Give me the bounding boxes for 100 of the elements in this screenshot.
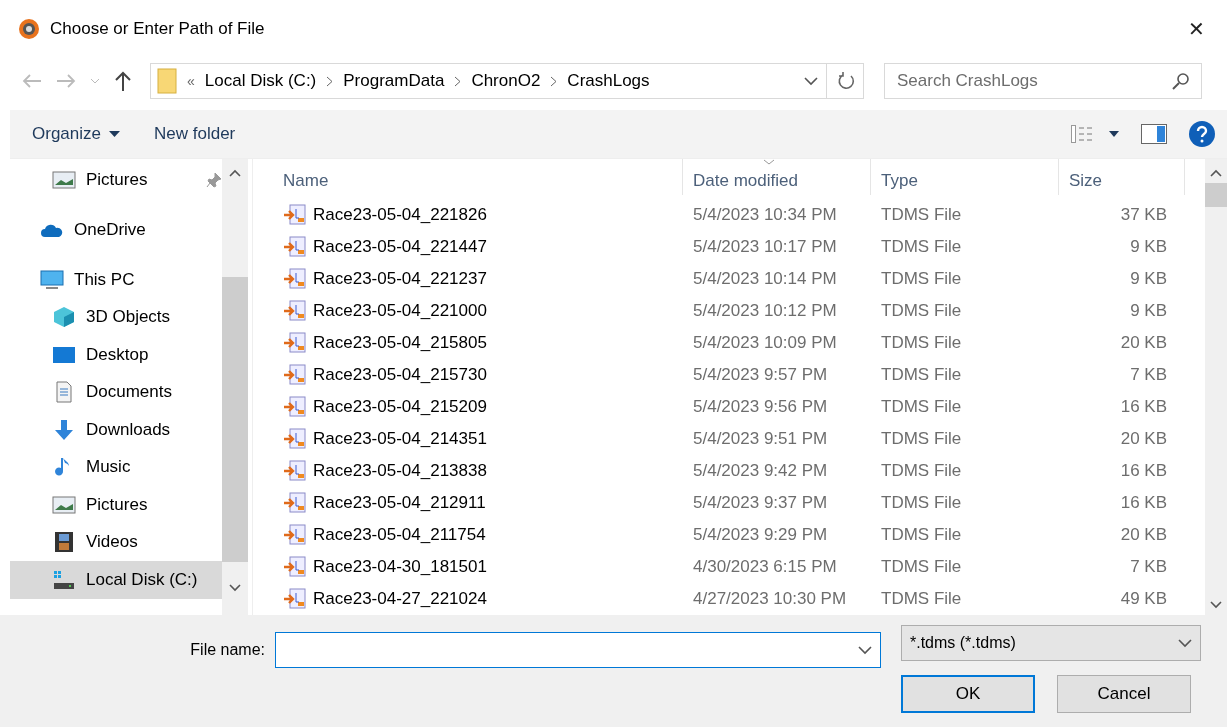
file-row[interactable]: Race23-05-04_212911 5/4/2023 9:37 PM TDMS File 16 KB xyxy=(263,487,1205,519)
file-name: Race23-05-04_221826 xyxy=(313,205,487,225)
file-type: TDMS File xyxy=(880,365,963,385)
new-folder-button[interactable]: New folder xyxy=(154,124,236,144)
file-size: 7 KB xyxy=(1129,365,1167,385)
column-header[interactable]: Name xyxy=(263,159,683,195)
date-modified: 5/4/2023 9:57 PM xyxy=(692,365,829,385)
chevron-right-icon xyxy=(326,75,334,87)
file-name: Race23-05-04_215730 xyxy=(313,365,487,385)
date-modified: 4/30/2023 6:15 PM xyxy=(692,557,838,577)
file-name-field[interactable] xyxy=(275,632,881,668)
sidebar-item[interactable]: OneDrive xyxy=(10,210,222,249)
sidebar-item[interactable]: Videos xyxy=(10,523,222,561)
sidebar-item[interactable]: 3D Objects xyxy=(10,298,222,336)
file-row[interactable]: Race23-05-04_214351 5/4/2023 9:51 PM TDMS File 20 KB xyxy=(263,423,1205,455)
file-type: TDMS File xyxy=(880,205,963,225)
date-modified: 5/4/2023 9:51 PM xyxy=(692,429,829,449)
scrollbar[interactable] xyxy=(222,159,248,615)
date-modified: 5/4/2023 9:42 PM xyxy=(692,461,829,481)
help-button[interactable] xyxy=(1189,121,1215,147)
view-options-button[interactable] xyxy=(1071,125,1119,143)
breadcrumb-item[interactable]: ProgramData xyxy=(343,71,445,91)
chevron-down-icon xyxy=(1178,638,1192,648)
file-row[interactable]: Race23-05-04_215730 5/4/2023 9:57 PM TDMS File 7 KB xyxy=(263,359,1205,391)
date-modified: 5/4/2023 10:12 PM xyxy=(692,301,838,321)
folder-icon xyxy=(157,68,177,94)
cube-icon xyxy=(52,306,76,329)
breadcrumb-item[interactable]: CrashLogs xyxy=(567,71,650,91)
sidebar-item[interactable]: This PC xyxy=(10,260,222,299)
scrollbar-thumb[interactable] xyxy=(1205,183,1227,207)
date-modified: 5/4/2023 9:29 PM xyxy=(692,525,829,545)
file-name: Race23-05-04_214351 xyxy=(313,429,487,449)
preview-pane-button[interactable] xyxy=(1141,124,1167,144)
file-row[interactable]: Race23-05-04_221237 5/4/2023 10:14 PM TDMS File 9 KB xyxy=(263,263,1205,295)
sidebar-item[interactable]: Local Disk (C:) xyxy=(10,561,222,599)
date-modified: 5/4/2023 10:14 PM xyxy=(692,269,838,289)
search-field[interactable]: Search CrashLogs xyxy=(884,63,1202,99)
back-button[interactable] xyxy=(22,73,42,89)
file-row[interactable]: Race23-04-30_181501 4/30/2023 6:15 PM TDMS File 7 KB xyxy=(263,551,1205,583)
file-row[interactable]: Race23-05-04_215805 5/4/2023 10:09 PM TDMS File 20 KB xyxy=(263,327,1205,359)
sidebar-item[interactable]: Music xyxy=(10,448,222,486)
scroll-up-icon xyxy=(229,169,241,177)
chevron-right-icon xyxy=(550,75,558,87)
file-row[interactable]: Race23-05-04_221000 5/4/2023 10:12 PM TDMS File 9 KB xyxy=(263,295,1205,327)
sidebar-item[interactable]: Documents xyxy=(10,373,222,411)
file-size: 9 KB xyxy=(1129,301,1167,321)
file-type-dropdown[interactable]: *.tdms (*.tdms) xyxy=(901,625,1201,661)
up-button[interactable] xyxy=(114,71,132,91)
file-name: Race23-04-27_221024 xyxy=(313,589,487,609)
scrollbar-thumb[interactable] xyxy=(222,277,248,562)
file-icon xyxy=(283,331,307,355)
recent-locations-button[interactable] xyxy=(90,78,100,84)
file-name: Race23-05-04_212911 xyxy=(313,493,486,513)
picture-icon xyxy=(52,168,76,191)
forward-button[interactable] xyxy=(56,73,76,89)
file-type: TDMS File xyxy=(880,333,963,353)
sidebar-item[interactable]: Desktop xyxy=(10,336,222,374)
file-size: 20 KB xyxy=(1119,429,1167,449)
pin-icon xyxy=(206,171,222,188)
file-name: Race23-05-04_221000 xyxy=(313,301,487,321)
file-type: TDMS File xyxy=(880,557,963,577)
file-type: TDMS File xyxy=(880,525,963,545)
file-name: Race23-05-04_221237 xyxy=(313,269,487,289)
file-icon xyxy=(283,363,307,387)
scrollbar[interactable] xyxy=(1205,159,1227,615)
breadcrumb-item[interactable]: ChronO2 xyxy=(471,71,541,91)
chevron-right-icon xyxy=(454,75,462,87)
file-row[interactable]: Race23-05-04_221826 5/4/2023 10:34 PM TDMS File 37 KB xyxy=(263,199,1205,231)
column-header[interactable]: Size xyxy=(1059,159,1185,195)
search-icon xyxy=(1172,72,1190,90)
file-icon xyxy=(283,203,307,227)
cancel-button[interactable]: Cancel xyxy=(1057,675,1191,713)
file-row[interactable]: Race23-04-27_221024 4/27/2023 10:30 PM TDMS File 49 KB xyxy=(263,583,1205,615)
file-size: 37 KB xyxy=(1119,205,1167,225)
sidebar-item[interactable]: Pictures xyxy=(10,161,222,199)
overflow-chevron[interactable]: « xyxy=(187,73,195,89)
file-row[interactable]: Race23-05-04_213838 5/4/2023 9:42 PM TDMS File 16 KB xyxy=(263,455,1205,487)
scroll-down-icon xyxy=(1210,601,1222,609)
file-icon xyxy=(283,587,307,611)
ok-button[interactable]: OK xyxy=(901,675,1035,713)
file-name: Race23-05-04_221447 xyxy=(313,237,487,257)
file-row[interactable]: Race23-05-04_211754 5/4/2023 9:29 PM TDMS File 20 KB xyxy=(263,519,1205,551)
file-row[interactable]: Race23-05-04_221447 5/4/2023 10:17 PM TDMS File 9 KB xyxy=(263,231,1205,263)
caret-down-icon xyxy=(109,131,120,137)
sidebar-item[interactable]: Downloads xyxy=(10,411,222,449)
date-modified: 5/4/2023 10:34 PM xyxy=(692,205,838,225)
organize-button[interactable]: Organize xyxy=(32,124,120,144)
file-type: TDMS File xyxy=(880,461,963,481)
file-type: TDMS File xyxy=(880,237,963,257)
sidebar-item[interactable]: Pictures xyxy=(10,486,222,524)
address-bar[interactable]: « Local Disk (C:) ProgramData ChronO2 CrashLogs xyxy=(150,63,864,99)
file-name: Race23-04-30_181501 xyxy=(313,557,487,577)
column-header[interactable]: Date modified xyxy=(683,159,871,195)
scroll-up-icon xyxy=(1210,169,1222,177)
column-header[interactable]: Type xyxy=(871,159,1059,195)
breadcrumb-item[interactable]: Local Disk (C:) xyxy=(204,71,317,91)
close-button[interactable]: ✕ xyxy=(1180,13,1213,45)
app-logo-icon xyxy=(18,18,40,40)
file-name: Race23-05-04_211754 xyxy=(313,525,486,545)
file-row[interactable]: Race23-05-04_215209 5/4/2023 9:56 PM TDMS File 16 KB xyxy=(263,391,1205,423)
